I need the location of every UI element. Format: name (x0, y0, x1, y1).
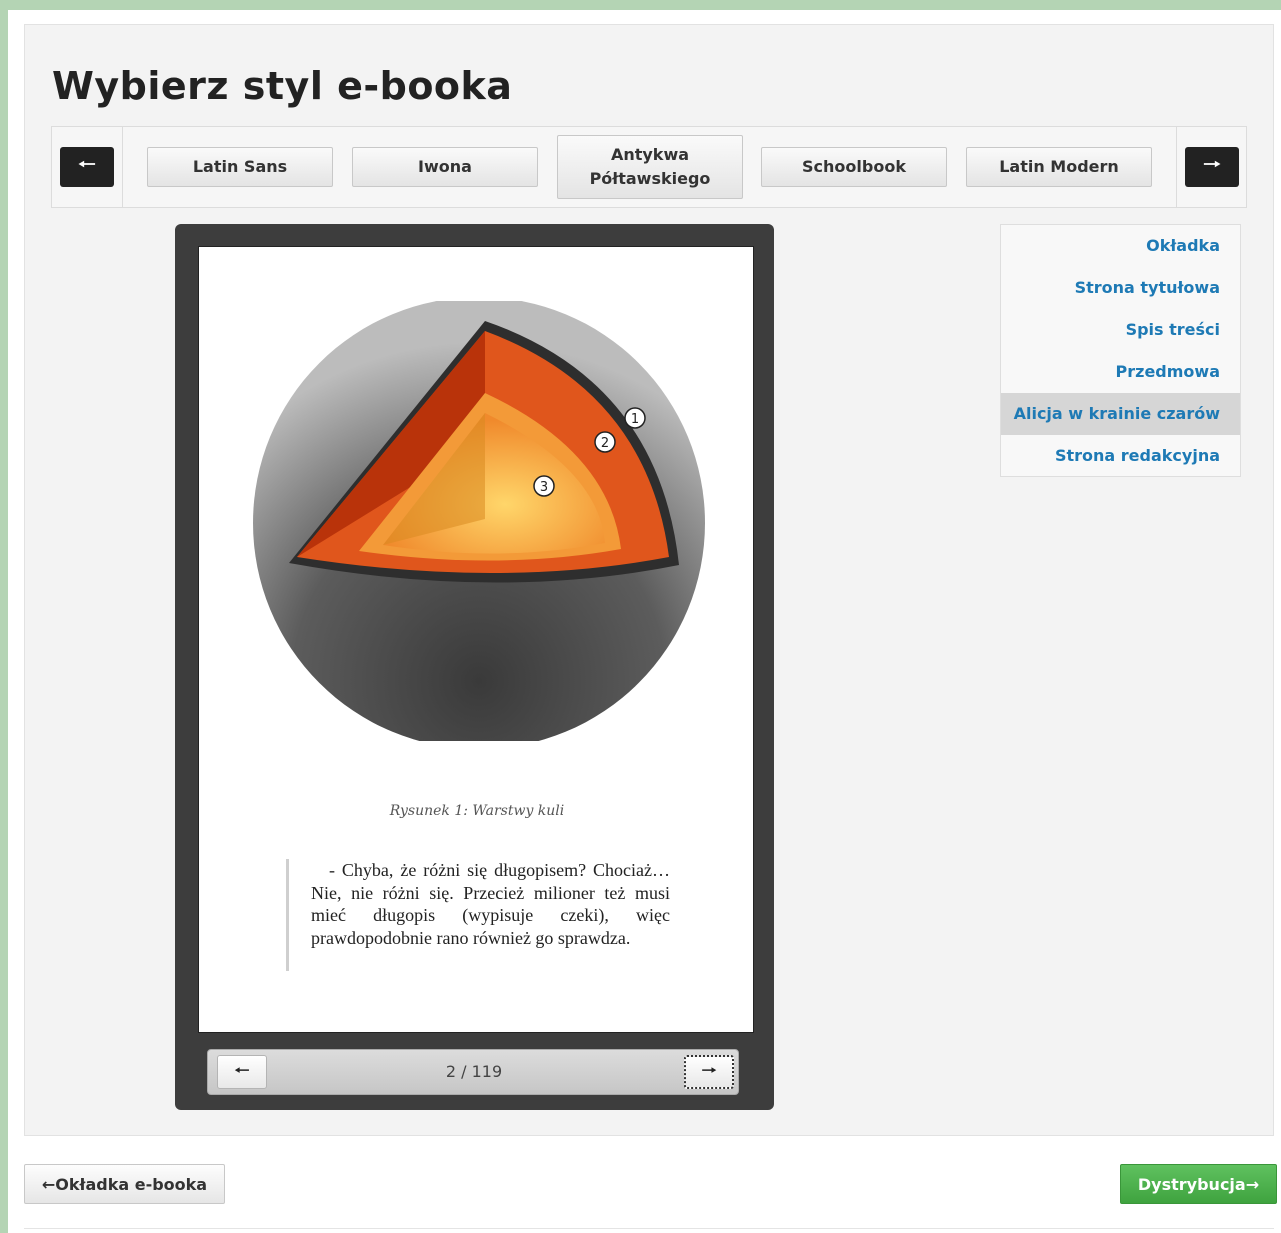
ebook-page: 1 2 3 Rysunek 1: Warstwy kuli - Chyba, ż… (198, 246, 754, 1033)
layer-marker-2: 2 (594, 431, 616, 453)
arrow-right-icon: 🠒 (1203, 152, 1221, 176)
font-option-label: Antykwa Półtawskiego (589, 145, 711, 188)
carousel-divider (122, 127, 123, 207)
font-option-antykwa-poltawskiego[interactable]: Antykwa Półtawskiego (557, 135, 743, 199)
next-page-button[interactable]: 🠒 (684, 1055, 734, 1089)
page-title: Wybierz styl e-booka (52, 64, 513, 108)
font-option-label: Iwona (418, 157, 472, 176)
sphere-layers-illustration: 1 2 3 (253, 301, 705, 741)
footer-divider (24, 1228, 1274, 1229)
figure-caption: Rysunek 1: Warstwy kuli (389, 803, 565, 819)
svg-text:3: 3 (540, 480, 548, 495)
font-option-label: Schoolbook (802, 157, 906, 176)
toc-item-strona-tytulowa[interactable]: Strona tytułowa (1001, 267, 1240, 309)
layer-marker-1: 1 (624, 407, 646, 429)
font-option-label: Latin Modern (999, 157, 1119, 176)
font-option-latin-modern[interactable]: Latin Modern (966, 147, 1152, 187)
font-option-latin-sans[interactable]: Latin Sans (147, 147, 333, 187)
page-navigator: 🠐 2 / 119 🠒 (207, 1049, 739, 1095)
distribution-button[interactable]: Dystrybucja→ (1120, 1164, 1277, 1204)
table-of-contents: Okładka Strona tytułowa Spis treści Prze… (1000, 224, 1241, 477)
carousel-next-button[interactable]: 🠒 (1185, 147, 1239, 187)
back-to-cover-button[interactable]: ←Okładka e-booka (24, 1164, 225, 1204)
font-option-iwona[interactable]: Iwona (352, 147, 538, 187)
layer-marker-3: 3 (533, 475, 555, 497)
font-carousel: 🠐 Latin Sans Iwona Antykwa Półtawskiego … (51, 126, 1247, 208)
book-quote: - Chyba, że różni się długopisem? Chocia… (286, 859, 670, 971)
font-option-schoolbook[interactable]: Schoolbook (761, 147, 947, 187)
font-option-label: Latin Sans (192, 157, 288, 176)
toc-item-spis-tresci[interactable]: Spis treści (1001, 309, 1240, 351)
svg-text:2: 2 (601, 436, 609, 451)
arrow-left-icon: 🠐 (78, 152, 96, 176)
toc-item-alicja-w-krainie-czarow[interactable]: Alicja w krainie czarów (1001, 393, 1240, 435)
arrow-right-icon: 🠒 (701, 1060, 717, 1081)
carousel-prev-button[interactable]: 🠐 (60, 147, 114, 187)
carousel-divider (1176, 127, 1177, 207)
ebook-preview-reader: 1 2 3 Rysunek 1: Warstwy kuli - Chyba, ż… (175, 224, 774, 1110)
toc-item-okladka[interactable]: Okładka (1001, 225, 1240, 267)
svg-text:1: 1 (631, 412, 639, 427)
page-counter: 2 / 119 (445, 1062, 503, 1081)
toc-item-przedmowa[interactable]: Przedmowa (1001, 351, 1240, 393)
toc-item-strona-redakcyjna[interactable]: Strona redakcyjna (1001, 435, 1240, 477)
